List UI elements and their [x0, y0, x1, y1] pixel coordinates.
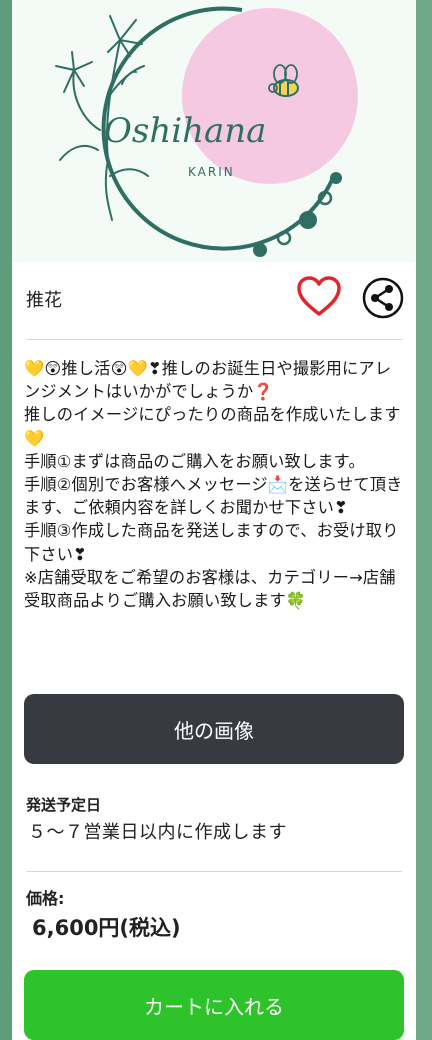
add-to-cart-button[interactable]: カートに入れる [24, 970, 404, 1040]
shipping-label: 発送予定日 [26, 796, 102, 814]
svg-text:KARIN: KARIN [188, 165, 235, 179]
share-icon[interactable] [361, 276, 405, 320]
favorite-heart-icon[interactable] [296, 276, 342, 318]
product-title: 推花 [26, 290, 62, 311]
product-card: Oshihana KARIN 推花 💛😲推し活😲💛❣推しのお誕生日や撮影用にアレ… [12, 0, 416, 1040]
product-description: 💛😲推し活😲💛❣推しのお誕生日や撮影用にアレンジメントはいかがでしょうか❓ 推し… [24, 359, 403, 611]
price-value: 6,600円(税込) [32, 916, 181, 940]
price-label: 価格: [26, 889, 65, 908]
divider [26, 871, 402, 872]
product-image[interactable]: Oshihana KARIN [12, 0, 416, 262]
svg-text:Oshihana: Oshihana [104, 111, 266, 151]
product-header: 推花 [12, 262, 416, 340]
oshihana-logo: Oshihana KARIN [55, 6, 358, 257]
other-images-button[interactable]: 他の画像 [24, 694, 404, 764]
shipping-value: ５～７営業日以内に作成します [28, 822, 287, 843]
divider [26, 339, 402, 340]
